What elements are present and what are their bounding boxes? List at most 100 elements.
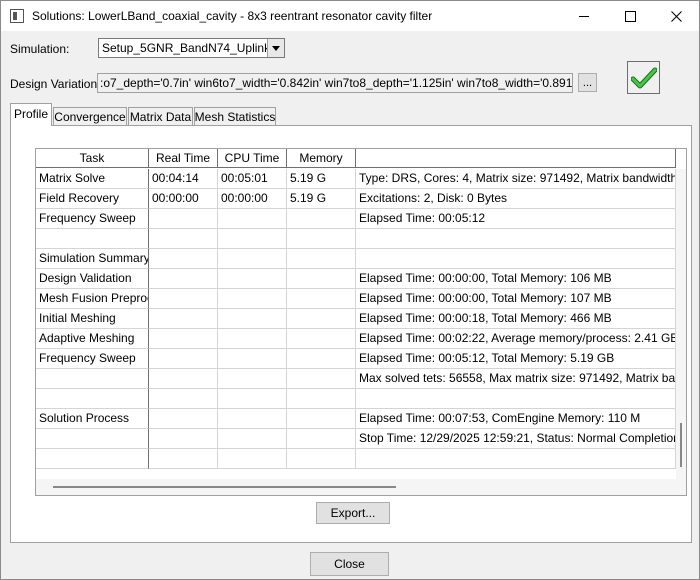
cell-real-time xyxy=(149,249,218,269)
design-variation-label: Design Variation: xyxy=(10,77,101,91)
cell-details xyxy=(356,449,676,469)
close-button[interactable]: Close xyxy=(310,552,389,576)
cell-memory xyxy=(287,409,356,429)
minimize-button[interactable] xyxy=(561,1,607,31)
cell-details: Type: DRS, Cores: 4, Matrix size: 971492… xyxy=(356,169,676,189)
table-row[interactable]: Mesh Fusion Preproc... Elapsed Time: 00:0… xyxy=(36,289,676,309)
cell-cpu-time xyxy=(218,449,287,469)
cell-task: Adaptive Meshing xyxy=(36,329,149,349)
cell-real-time xyxy=(149,409,218,429)
maximize-button[interactable] xyxy=(607,1,653,31)
vertical-scrollbar[interactable] xyxy=(676,169,686,479)
column-header-cpu-time[interactable]: CPU Time xyxy=(218,149,287,168)
cell-task: Initial Meshing xyxy=(36,309,149,329)
solutions-window: Solutions: LowerLBand_coaxial_cavity - 8… xyxy=(0,0,700,580)
chevron-down-icon[interactable] xyxy=(267,39,284,57)
cell-cpu-time: 00:05:01 xyxy=(218,169,287,189)
table-row[interactable]: Design Validation Elapsed Time: 00:00:00,… xyxy=(36,269,676,289)
column-header-memory[interactable]: Memory xyxy=(287,149,356,168)
cell-task: Mesh Fusion Preproc... xyxy=(36,289,149,309)
profile-panel: Task Real Time CPU Time Memory Matrix Solve… xyxy=(10,125,692,543)
cell-cpu-time xyxy=(218,369,287,389)
table-row[interactable]: Adaptive Meshing Elapsed Time: 00:02:22, … xyxy=(36,329,676,349)
cell-cpu-time xyxy=(218,309,287,329)
cell-task xyxy=(36,429,149,449)
cell-memory xyxy=(287,209,356,229)
cell-cpu-time xyxy=(218,329,287,349)
cell-cpu-time xyxy=(218,389,287,409)
column-header-real-time[interactable]: Real Time xyxy=(149,149,218,168)
tab-mesh-statistics[interactable]: Mesh Statistics xyxy=(194,107,276,125)
cell-real-time: 00:04:14 xyxy=(149,169,218,189)
horizontal-scrollbar[interactable] xyxy=(36,479,676,495)
close-window-button[interactable] xyxy=(653,1,699,31)
cell-task: Frequency Sweep xyxy=(36,209,149,229)
table-row[interactable]: Stop Time: 12/29/2025 12:59:21, Status: … xyxy=(36,429,676,449)
table-row[interactable]: Field Recovery 00:00:00 00:00:00 5.19 G Exci… xyxy=(36,189,676,209)
cell-real-time xyxy=(149,389,218,409)
title-bar[interactable]: Solutions: LowerLBand_coaxial_cavity - 8… xyxy=(1,1,699,31)
cell-details: Max solved tets: 56558, Max matrix size:… xyxy=(356,369,676,389)
simulation-label: Simulation: xyxy=(10,42,70,56)
close-icon xyxy=(670,10,682,22)
cell-real-time xyxy=(149,349,218,369)
tab-convergence[interactable]: Convergence xyxy=(53,107,127,125)
cell-real-time xyxy=(149,369,218,389)
cell-memory xyxy=(287,429,356,449)
cell-details: Elapsed Time: 00:00:00, Total Memory: 10… xyxy=(356,289,676,309)
cell-details: Elapsed Time: 00:00:00, Total Memory: 10… xyxy=(356,269,676,289)
cell-cpu-time xyxy=(218,289,287,309)
cell-real-time xyxy=(149,309,218,329)
tab-matrix-data[interactable]: Matrix Data xyxy=(128,107,193,125)
cell-real-time xyxy=(149,329,218,349)
minimize-icon xyxy=(579,15,589,17)
cell-details: Stop Time: 12/29/2025 12:59:21, Status: … xyxy=(356,429,676,449)
table-row[interactable] xyxy=(36,449,676,469)
cell-memory xyxy=(287,349,356,369)
horizontal-scroll-thumb[interactable] xyxy=(53,486,396,488)
cell-task: Design Validation xyxy=(36,269,149,289)
table-row[interactable]: Frequency Sweep Elapsed Time: 00:05:12, T… xyxy=(36,349,676,369)
cell-cpu-time xyxy=(218,209,287,229)
column-header-details[interactable] xyxy=(356,149,676,168)
table-row[interactable]: Simulation Summary xyxy=(36,249,676,269)
simulation-select[interactable]: Setup_5GNR_BandN74_Uplink xyxy=(98,38,285,58)
table-row[interactable]: Initial Meshing Elapsed Time: 00:00:18, T… xyxy=(36,309,676,329)
profile-grid[interactable]: Task Real Time CPU Time Memory Matrix Solve… xyxy=(35,148,687,496)
table-row[interactable]: Matrix Solve 00:04:14 00:05:01 5.19 G Type: … xyxy=(36,169,676,189)
cell-memory: 5.19 G xyxy=(287,189,356,209)
table-row[interactable]: Frequency Sweep Elapsed Time: 00:05:12 xyxy=(36,209,676,229)
cell-task: Solution Process xyxy=(36,409,149,429)
table-row[interactable] xyxy=(36,389,676,409)
cell-cpu-time: 00:00:00 xyxy=(218,189,287,209)
cell-memory xyxy=(287,289,356,309)
tab-profile[interactable]: Profile xyxy=(10,103,52,126)
export-button[interactable]: Export... xyxy=(316,502,390,524)
cell-details xyxy=(356,389,676,409)
design-variation-browse-button[interactable]: ... xyxy=(578,73,597,92)
status-indicator xyxy=(627,61,660,94)
cell-details: Excitations: 2, Disk: 0 Bytes xyxy=(356,189,676,209)
cell-real-time xyxy=(149,229,218,249)
cell-cpu-time xyxy=(218,429,287,449)
cell-details: Elapsed Time: 00:05:12, Total Memory: 5.… xyxy=(356,349,676,369)
green-checkmark-icon xyxy=(630,67,657,88)
cell-task xyxy=(36,369,149,389)
window-title: Solutions: LowerLBand_coaxial_cavity - 8… xyxy=(32,9,433,23)
table-row[interactable]: Max solved tets: 56558, Max matrix size:… xyxy=(36,369,676,389)
table-row[interactable]: Solution Process Elapsed Time: 00:07:53, … xyxy=(36,409,676,429)
vertical-scroll-thumb[interactable] xyxy=(680,423,682,467)
cell-task: Simulation Summary xyxy=(36,249,149,269)
design-variation-field[interactable]: :o7_depth='0.7in' win6to7_width='0.842in… xyxy=(97,73,573,93)
cell-real-time xyxy=(149,289,218,309)
cell-memory xyxy=(287,329,356,349)
cell-memory xyxy=(287,389,356,409)
column-header-task[interactable]: Task xyxy=(36,149,149,168)
table-row[interactable] xyxy=(36,229,676,249)
cell-cpu-time xyxy=(218,349,287,369)
cell-details: Elapsed Time: 00:07:53, ComEngine Memory… xyxy=(356,409,676,429)
cell-memory xyxy=(287,269,356,289)
app-window-icon xyxy=(10,9,24,23)
design-variation-value: :o7_depth='0.7in' win6to7_width='0.842in… xyxy=(100,76,573,90)
cell-memory xyxy=(287,309,356,329)
